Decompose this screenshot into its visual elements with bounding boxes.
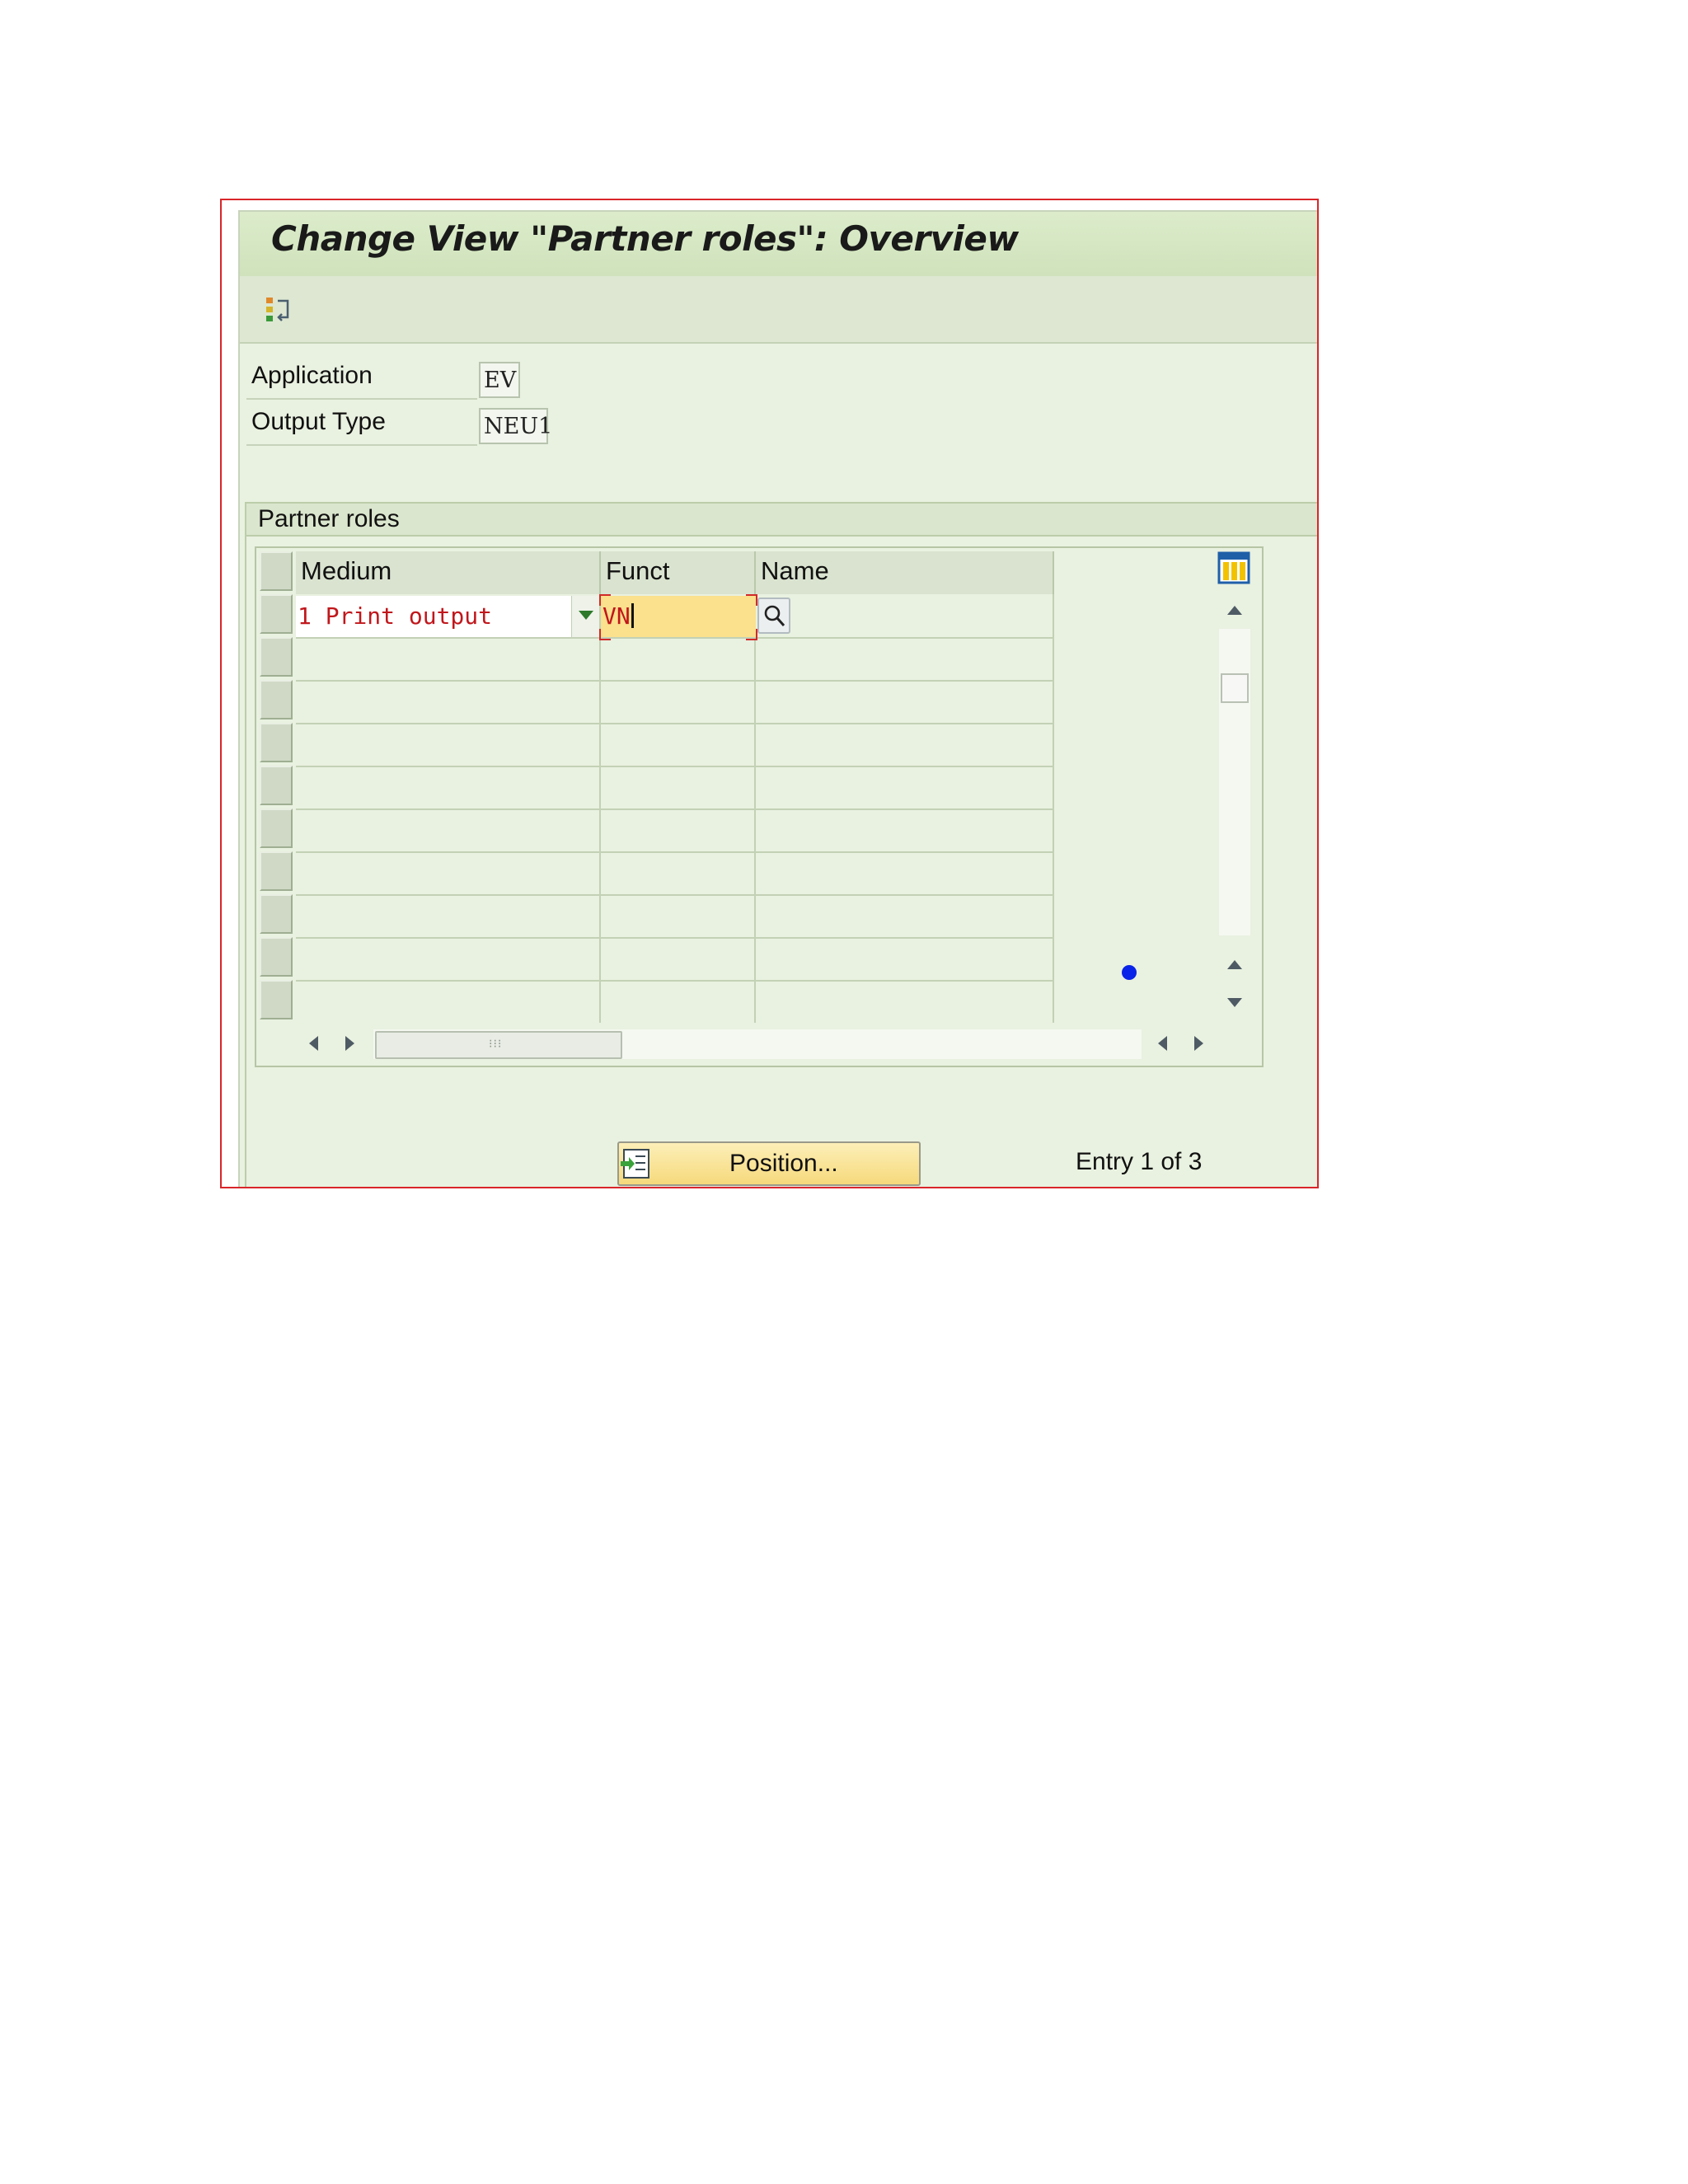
partner-roles-group-title: Partner roles xyxy=(258,505,400,532)
vertical-scroll-thumb[interactable] xyxy=(1221,673,1249,703)
column-header-funct-label: Funct xyxy=(606,556,670,585)
row-divider xyxy=(296,680,1054,682)
row-selector[interactable] xyxy=(260,980,293,1019)
partner-roles-table: Medium Funct Name 1 Print output VN ⁝⁝⁝ xyxy=(255,546,1264,1067)
output-type-underline xyxy=(246,444,477,446)
application-field[interactable]: EV xyxy=(479,362,520,398)
text-caret xyxy=(631,603,634,628)
medium-cell[interactable]: 1 Print output xyxy=(296,596,571,637)
row-selector[interactable] xyxy=(260,680,293,719)
application-toolbar xyxy=(240,276,1317,344)
scroll-grip: ⁝⁝⁝ xyxy=(489,1038,503,1051)
overview-toggle-icon[interactable] xyxy=(265,294,298,327)
row-divider xyxy=(296,637,1054,639)
cursor-dot xyxy=(1122,965,1137,980)
row-divider xyxy=(296,808,1054,810)
column-header-medium[interactable]: Medium xyxy=(296,551,601,594)
search-help-icon xyxy=(764,605,785,626)
focus-corner xyxy=(746,629,757,640)
position-button[interactable]: Position... xyxy=(617,1141,921,1186)
application-label: Application xyxy=(251,362,373,389)
position-icon xyxy=(621,1149,649,1179)
search-help-button[interactable] xyxy=(757,598,790,634)
scroll-right-arrow-right[interactable] xyxy=(1194,1036,1203,1051)
scroll-left-arrow-right[interactable] xyxy=(1158,1036,1167,1051)
column-header-funct[interactable]: Funct xyxy=(601,551,756,594)
focus-corner xyxy=(746,594,757,606)
page-down-arrow[interactable] xyxy=(1227,998,1242,1007)
row-selector[interactable] xyxy=(260,851,293,891)
column-header-name[interactable]: Name xyxy=(756,551,1054,594)
horizontal-scroll-thumb[interactable]: ⁝⁝⁝ xyxy=(375,1031,622,1059)
funct-input[interactable]: VN xyxy=(601,596,756,637)
output-type-field[interactable]: NEU1 xyxy=(479,408,552,444)
output-type-label: Output Type xyxy=(251,408,386,435)
column-divider xyxy=(1053,594,1054,1023)
medium-dropdown-button[interactable] xyxy=(571,596,599,637)
row-selector[interactable] xyxy=(260,766,293,805)
row-divider xyxy=(296,894,1054,896)
scroll-left-arrow[interactable] xyxy=(309,1036,318,1051)
funct-value: VN xyxy=(603,602,631,630)
page-up-arrow[interactable] xyxy=(1227,960,1242,969)
row-selector[interactable] xyxy=(260,808,293,848)
row-selector[interactable] xyxy=(260,894,293,934)
position-button-label: Position... xyxy=(729,1150,838,1177)
row-selector[interactable] xyxy=(260,637,293,677)
row-divider xyxy=(296,980,1054,982)
row-divider xyxy=(296,851,1054,853)
row-selector[interactable] xyxy=(260,723,293,762)
entry-counter: Entry 1 of 3 xyxy=(1076,1148,1203,1175)
row-divider xyxy=(296,937,1054,939)
column-header-medium-label: Medium xyxy=(301,556,392,585)
column-divider xyxy=(599,594,601,1023)
table-grid: 1 Print output VN xyxy=(296,594,1054,1023)
column-divider xyxy=(754,594,756,1023)
row-selector[interactable] xyxy=(260,594,293,634)
vertical-scrollbar[interactable] xyxy=(1216,551,1252,1029)
row-divider xyxy=(296,766,1054,767)
screenshot-frame: Change View "Partner roles": Overview Ap… xyxy=(220,199,1319,1188)
row-divider xyxy=(296,723,1054,724)
focus-corner xyxy=(599,594,611,606)
page-title: Change View "Partner roles": Overview xyxy=(271,218,1019,259)
partner-roles-group-header: Partner roles xyxy=(245,502,1317,537)
scroll-right-arrow[interactable] xyxy=(345,1036,354,1051)
select-all-button[interactable] xyxy=(260,551,293,591)
title-bar: Change View "Partner roles": Overview xyxy=(240,212,1317,277)
sap-window: Change View "Partner roles": Overview Ap… xyxy=(238,210,1317,1187)
application-underline xyxy=(246,398,477,400)
focus-corner xyxy=(599,629,611,640)
row-selector[interactable] xyxy=(260,937,293,977)
column-header-name-label: Name xyxy=(761,556,829,585)
table-settings-icon[interactable] xyxy=(1217,551,1250,584)
scroll-up-arrow[interactable] xyxy=(1227,606,1242,615)
